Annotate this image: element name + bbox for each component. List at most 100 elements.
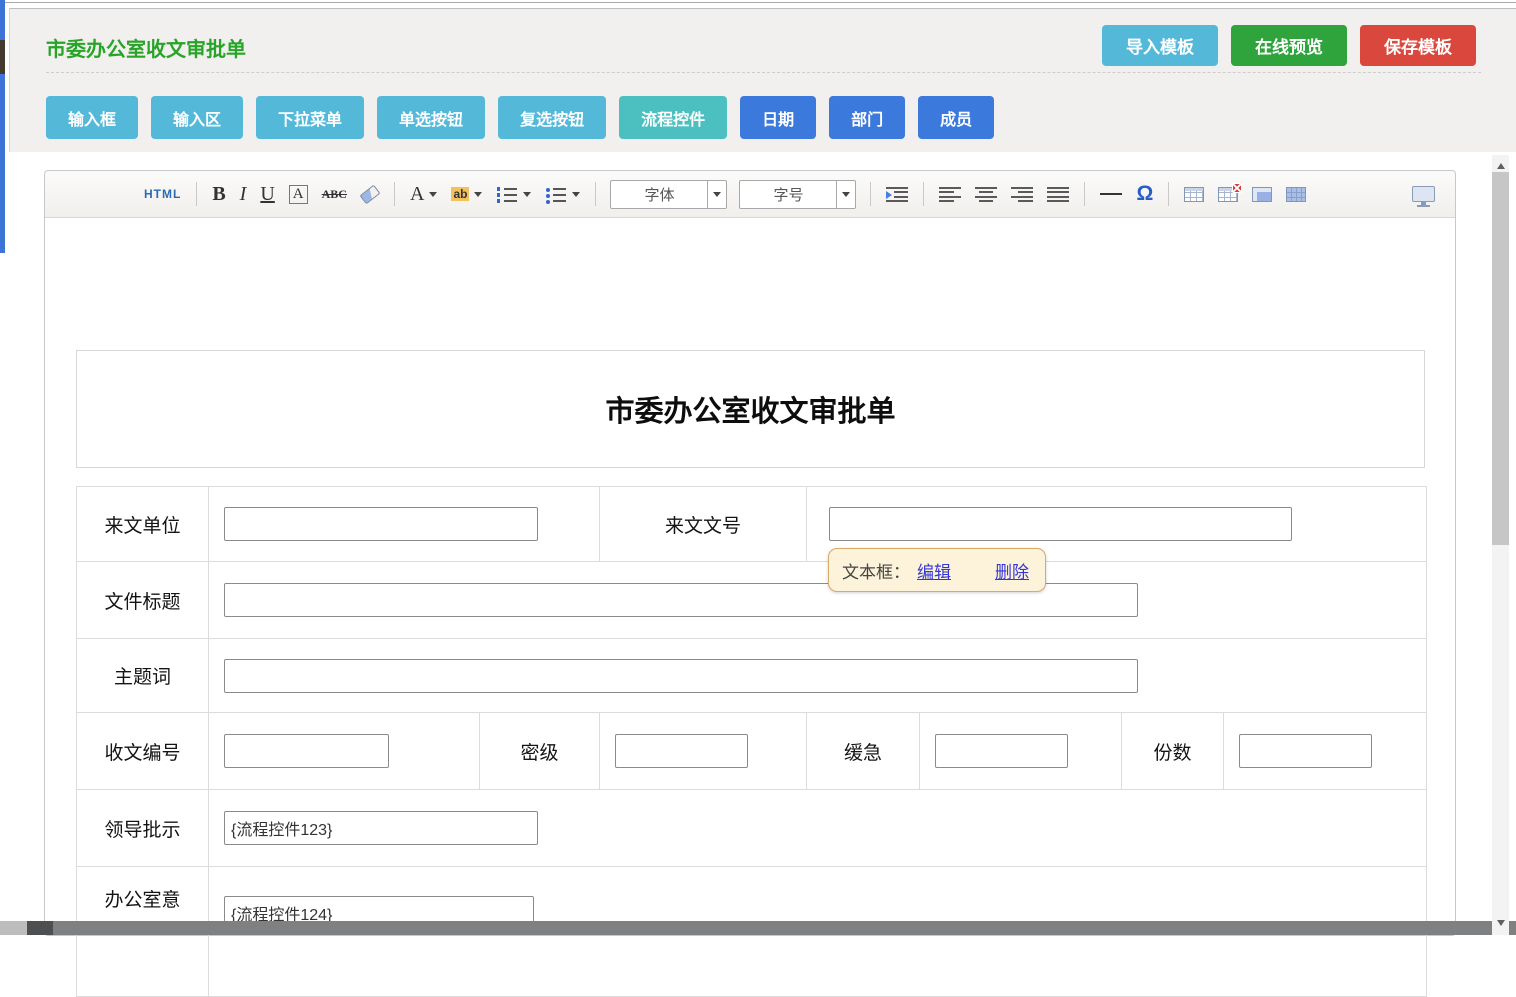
highlight-icon: ab bbox=[451, 187, 469, 201]
table-cell-props-button[interactable] bbox=[1252, 187, 1272, 202]
html-source-button[interactable]: HTML bbox=[144, 187, 181, 201]
table-row: 文件标题 bbox=[77, 562, 1427, 639]
secrecy-cell bbox=[600, 713, 807, 790]
receipt-number-label: 收文编号 bbox=[77, 713, 209, 790]
insert-dropdown-button[interactable]: 下拉菜单 bbox=[256, 96, 364, 139]
align-center-button[interactable] bbox=[975, 187, 997, 202]
merge-cells-button[interactable] bbox=[1286, 187, 1306, 202]
incoming-unit-cell bbox=[209, 487, 600, 562]
italic-button[interactable]: I bbox=[240, 183, 247, 206]
align-justify-button[interactable] bbox=[1047, 187, 1069, 202]
font-family-dropdown-button[interactable] bbox=[707, 181, 726, 208]
urgency-input[interactable] bbox=[935, 734, 1068, 768]
toolbar-separator bbox=[870, 182, 871, 206]
indent-icon bbox=[886, 187, 908, 202]
receipt-number-input[interactable] bbox=[224, 734, 389, 768]
underline-button[interactable]: U bbox=[260, 183, 274, 206]
font-size-dropdown-button[interactable] bbox=[836, 181, 855, 208]
chevron-down-icon bbox=[474, 192, 482, 197]
insert-flow-control-button[interactable]: 流程控件 bbox=[619, 96, 727, 139]
incoming-number-input[interactable] bbox=[829, 507, 1292, 541]
font-color-button[interactable]: A bbox=[410, 183, 437, 206]
ordered-list-icon bbox=[496, 186, 518, 202]
insert-textarea-button[interactable]: 输入区 bbox=[151, 96, 243, 139]
table-row: 来文单位 来文文号 bbox=[77, 487, 1427, 562]
chevron-down-icon bbox=[429, 192, 437, 197]
editor-toolbar: HTML B I U A ABC A ab 字体 字号 bbox=[45, 171, 1455, 218]
insert-checkbox-button[interactable]: 复选按钮 bbox=[498, 96, 606, 139]
special-char-button[interactable]: Ω bbox=[1136, 184, 1153, 204]
arrow-up-icon bbox=[1497, 163, 1505, 169]
rich-text-editor: HTML B I U A ABC A ab 字体 字号 bbox=[44, 170, 1456, 936]
save-template-button[interactable]: 保存模板 bbox=[1360, 25, 1476, 66]
insert-member-button[interactable]: 成员 bbox=[918, 96, 994, 139]
indent-button[interactable] bbox=[886, 187, 908, 202]
urgency-cell bbox=[920, 713, 1122, 790]
toolbar-separator bbox=[394, 182, 395, 206]
bottom-edge-bar bbox=[27, 921, 1516, 935]
delete-table-button[interactable] bbox=[1218, 187, 1238, 202]
insert-department-button[interactable]: 部门 bbox=[829, 96, 905, 139]
urgency-label: 缓急 bbox=[807, 713, 920, 790]
background-window-edge-dark bbox=[0, 40, 5, 74]
copies-input[interactable] bbox=[1239, 734, 1372, 768]
leader-remarks-label: 领导批示 bbox=[77, 790, 209, 867]
form-control-buttons: 输入框 输入区 下拉菜单 单选按钮 复选按钮 流程控件 日期 部门 成员 bbox=[46, 96, 994, 139]
table-icon bbox=[1184, 187, 1204, 202]
chevron-down-icon bbox=[523, 192, 531, 197]
horizontal-rule-button[interactable] bbox=[1100, 193, 1122, 195]
copies-label: 份数 bbox=[1122, 713, 1224, 790]
remove-format-button[interactable] bbox=[361, 189, 379, 200]
highlight-color-button[interactable]: ab bbox=[451, 187, 482, 201]
vertical-scrollbar[interactable] bbox=[1492, 155, 1509, 935]
table-row: 领导批示 bbox=[77, 790, 1427, 867]
border-text-button[interactable]: A bbox=[289, 185, 308, 204]
font-family-select[interactable]: 字体 bbox=[610, 180, 727, 209]
bottom-edge-left bbox=[0, 921, 27, 935]
delete-link[interactable]: 删除 bbox=[995, 558, 1029, 583]
align-left-button[interactable] bbox=[939, 187, 961, 202]
ordered-list-button[interactable] bbox=[496, 186, 531, 202]
doc-title-cell bbox=[209, 562, 1427, 639]
doc-title-label: 文件标题 bbox=[77, 562, 209, 639]
chevron-down-icon bbox=[842, 192, 850, 197]
insert-table-button[interactable] bbox=[1184, 187, 1204, 202]
font-size-select[interactable]: 字号 bbox=[739, 180, 856, 209]
strikethrough-button[interactable]: ABC bbox=[322, 187, 347, 202]
form-title-box: 市委办公室收文审批单 bbox=[76, 350, 1425, 468]
unordered-list-icon bbox=[545, 186, 567, 202]
unordered-list-button[interactable] bbox=[545, 186, 580, 202]
align-justify-icon bbox=[1047, 187, 1069, 202]
dashed-divider bbox=[46, 72, 1481, 73]
horizontal-rule-icon bbox=[1100, 193, 1122, 195]
leader-remarks-input[interactable] bbox=[224, 811, 538, 845]
chevron-down-icon bbox=[572, 192, 580, 197]
online-preview-button[interactable]: 在线预览 bbox=[1231, 25, 1347, 66]
incoming-unit-input[interactable] bbox=[224, 507, 538, 541]
bold-button[interactable]: B bbox=[212, 183, 225, 206]
chevron-down-icon bbox=[713, 192, 721, 197]
edit-link[interactable]: 编辑 bbox=[917, 558, 951, 583]
align-left-icon bbox=[939, 187, 961, 202]
table-merge-icon bbox=[1286, 187, 1306, 202]
insert-input-box-button[interactable]: 输入框 bbox=[46, 96, 138, 139]
form-title: 市委办公室收文审批单 bbox=[605, 388, 895, 430]
template-actions: 导入模板 在线预览 保存模板 bbox=[1102, 25, 1476, 66]
eraser-icon bbox=[360, 184, 381, 204]
secrecy-label: 密级 bbox=[480, 713, 600, 790]
fullscreen-button[interactable] bbox=[1412, 186, 1435, 202]
import-template-button[interactable]: 导入模板 bbox=[1102, 25, 1218, 66]
insert-date-button[interactable]: 日期 bbox=[740, 96, 816, 139]
align-right-button[interactable] bbox=[1011, 187, 1033, 202]
incoming-number-label: 来文文号 bbox=[600, 487, 807, 562]
insert-radio-button[interactable]: 单选按钮 bbox=[377, 96, 485, 139]
scrollbar-thumb[interactable] bbox=[1492, 172, 1509, 545]
editor-canvas[interactable]: 市委办公室收文审批单 来文单位 来文文号 文件标题 bbox=[45, 218, 1455, 997]
table-row: 收文编号 密级 缓急 份数 bbox=[77, 713, 1427, 790]
leader-remarks-cell bbox=[209, 790, 1427, 867]
scroll-down-button[interactable] bbox=[1492, 914, 1509, 931]
tooltip-label: 文本框： bbox=[842, 558, 910, 583]
toolbar-separator bbox=[1084, 182, 1085, 206]
keywords-input[interactable] bbox=[224, 659, 1138, 693]
secrecy-input[interactable] bbox=[615, 734, 748, 768]
